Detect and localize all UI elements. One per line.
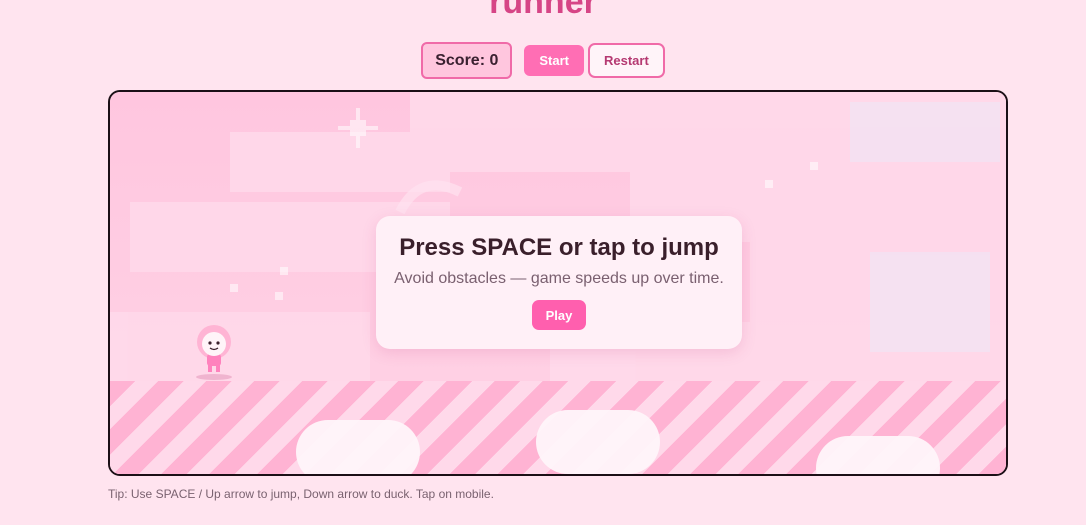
tip-text: Tip: Use SPACE / Up arrow to jump, Down … bbox=[108, 487, 494, 501]
controls-bar: Score: 0 Start Restart bbox=[0, 42, 1086, 79]
cloud-obstacle bbox=[296, 420, 420, 474]
cloud-obstacle bbox=[536, 410, 660, 474]
start-overlay: Press SPACE or tap to jump Avoid obstacl… bbox=[376, 216, 742, 349]
game-title: runner bbox=[489, 0, 597, 21]
start-button[interactable]: Start bbox=[524, 45, 584, 76]
game-canvas[interactable]: Press SPACE or tap to jump Avoid obstacl… bbox=[108, 90, 1008, 476]
overlay-title: Press SPACE or tap to jump bbox=[399, 234, 719, 261]
score-display: Score: 0 bbox=[421, 42, 513, 79]
cloud-obstacle bbox=[816, 436, 940, 474]
overlay-subtitle: Avoid obstacles — game speeds up over ti… bbox=[394, 270, 724, 287]
play-button[interactable]: Play bbox=[531, 300, 587, 330]
restart-button[interactable]: Restart bbox=[587, 43, 665, 78]
player-character bbox=[196, 325, 232, 380]
